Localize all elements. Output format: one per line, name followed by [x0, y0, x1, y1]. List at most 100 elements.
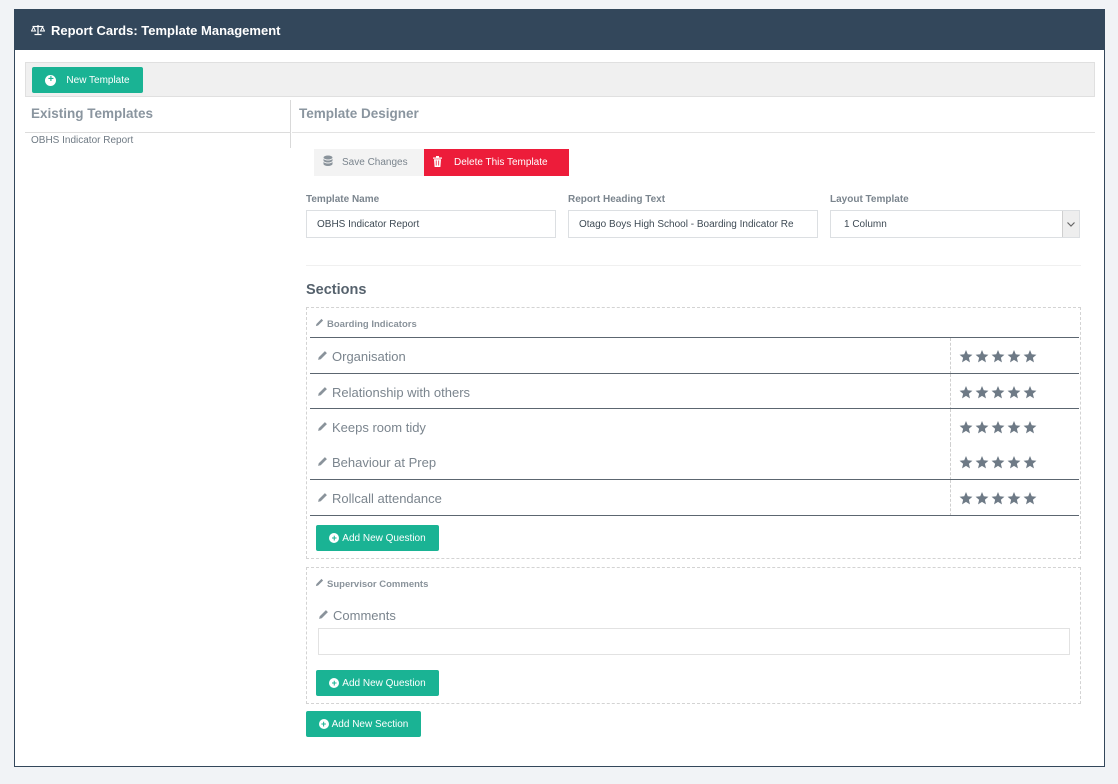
question-text: Rollcall attendance	[332, 490, 442, 506]
star-icon[interactable]	[1007, 349, 1021, 363]
add-section-button[interactable]: + Add New Section	[306, 711, 421, 737]
add-section-label: Add New Section	[331, 718, 409, 730]
star-icon[interactable]	[959, 385, 973, 399]
star-icon[interactable]	[975, 491, 989, 505]
balance-scale-icon	[31, 24, 45, 36]
section-supervisor-comments: Supervisor Comments Comments + Add New Q…	[306, 567, 1081, 704]
pencil-icon	[317, 455, 328, 470]
divider	[292, 132, 1095, 133]
divider	[25, 132, 291, 133]
star-icon[interactable]	[975, 455, 989, 469]
plus-circle-icon: +	[329, 678, 340, 688]
question-text: Comments	[333, 608, 396, 623]
template-management-panel: Report Cards: Template Management + New …	[14, 9, 1105, 767]
add-question-button[interactable]: + Add New Question	[316, 670, 439, 696]
star-icon[interactable]	[975, 420, 989, 434]
pencil-icon	[315, 578, 324, 590]
trash-icon	[433, 155, 442, 170]
star-icon[interactable]	[1023, 491, 1037, 505]
question-row: Relationship with others	[310, 374, 1079, 410]
star-icon[interactable]	[991, 455, 1005, 469]
star-icon[interactable]	[1007, 385, 1021, 399]
top-toolbar: + New Template	[25, 62, 1095, 97]
question-label[interactable]: Keeps room tidy	[317, 409, 426, 445]
add-question-label: Add New Question	[342, 677, 426, 689]
question-row: Behaviour at Prep	[310, 444, 1079, 480]
add-question-button[interactable]: + Add New Question	[316, 525, 439, 551]
star-rating	[950, 409, 1079, 445]
star-icon[interactable]	[991, 349, 1005, 363]
report-heading-label: Report Heading Text	[568, 194, 666, 205]
star-icon[interactable]	[1023, 385, 1037, 399]
plus-circle-icon: +	[45, 74, 57, 86]
panel-header: Report Cards: Template Management	[15, 10, 1104, 50]
report-heading-input[interactable]: Otago Boys High School - Boarding Indica…	[568, 210, 818, 238]
question-label[interactable]: Comments	[318, 608, 396, 623]
database-icon	[323, 155, 333, 170]
star-rating	[950, 480, 1079, 516]
star-rating	[950, 374, 1079, 410]
section-title[interactable]: Boarding Indicators	[315, 318, 417, 330]
comments-input[interactable]	[318, 628, 1070, 655]
star-icon[interactable]	[1023, 349, 1037, 363]
star-icon[interactable]	[991, 491, 1005, 505]
question-label[interactable]: Behaviour at Prep	[317, 444, 436, 480]
star-icon[interactable]	[975, 385, 989, 399]
question-label[interactable]: Rollcall attendance	[317, 480, 442, 516]
star-icon[interactable]	[959, 420, 973, 434]
pencil-icon	[318, 608, 329, 623]
save-changes-label: Save Changes	[342, 157, 408, 168]
new-template-button[interactable]: + New Template	[32, 67, 143, 93]
layout-template-label: Layout Template	[830, 194, 909, 205]
star-icon[interactable]	[1023, 420, 1037, 434]
existing-templates-heading: Existing Templates	[31, 106, 154, 121]
pencil-icon	[317, 349, 328, 364]
page-title: Report Cards: Template Management	[51, 22, 281, 38]
question-label[interactable]: Organisation	[317, 338, 406, 374]
star-icon[interactable]	[1007, 455, 1021, 469]
sections-heading: Sections	[306, 282, 367, 298]
template-name-label: Template Name	[306, 194, 380, 205]
star-icon[interactable]	[959, 455, 973, 469]
star-icon[interactable]	[1023, 455, 1037, 469]
layout-template-value: 1 Column	[844, 218, 887, 230]
question-label[interactable]: Relationship with others	[317, 374, 470, 410]
star-rating	[950, 444, 1079, 480]
pencil-icon	[317, 491, 328, 506]
question-text: Organisation	[332, 348, 406, 364]
star-icon[interactable]	[959, 491, 973, 505]
plus-circle-icon: +	[318, 719, 329, 729]
section-boarding-indicators: Boarding Indicators Organisation Relatio…	[306, 307, 1081, 559]
question-text: Keeps room tidy	[332, 419, 426, 435]
delete-template-label: Delete This Template	[454, 157, 548, 168]
delete-template-button[interactable]: Delete This Template	[424, 149, 569, 176]
chevron-down-icon[interactable]	[1062, 211, 1079, 237]
template-designer-heading: Template Designer	[299, 106, 419, 121]
star-icon[interactable]	[991, 420, 1005, 434]
pencil-icon	[317, 385, 328, 400]
template-name-input[interactable]: OBHS Indicator Report	[306, 210, 556, 238]
pencil-icon	[317, 420, 328, 435]
question-row: Organisation	[310, 338, 1079, 374]
template-list-item[interactable]: OBHS Indicator Report	[31, 135, 133, 146]
new-template-label: New Template	[66, 74, 130, 86]
question-row: Rollcall attendance	[310, 480, 1079, 516]
star-icon[interactable]	[975, 349, 989, 363]
question-text: Behaviour at Prep	[332, 454, 437, 470]
save-changes-button[interactable]: Save Changes	[314, 149, 425, 176]
star-icon[interactable]	[991, 385, 1005, 399]
section-title-label: Boarding Indicators	[327, 318, 417, 330]
star-icon[interactable]	[959, 349, 973, 363]
section-title[interactable]: Supervisor Comments	[315, 578, 428, 590]
row-divider	[310, 515, 1079, 516]
layout-template-select[interactable]: 1 Column	[830, 210, 1080, 238]
plus-circle-icon: +	[329, 533, 340, 543]
star-icon[interactable]	[1007, 491, 1021, 505]
pencil-icon	[315, 318, 324, 330]
star-icon[interactable]	[1007, 420, 1021, 434]
star-rating	[950, 338, 1079, 374]
question-text: Relationship with others	[332, 384, 471, 400]
section-title-label: Supervisor Comments	[327, 578, 429, 590]
question-row: Keeps room tidy	[310, 409, 1079, 445]
divider	[306, 265, 1081, 266]
